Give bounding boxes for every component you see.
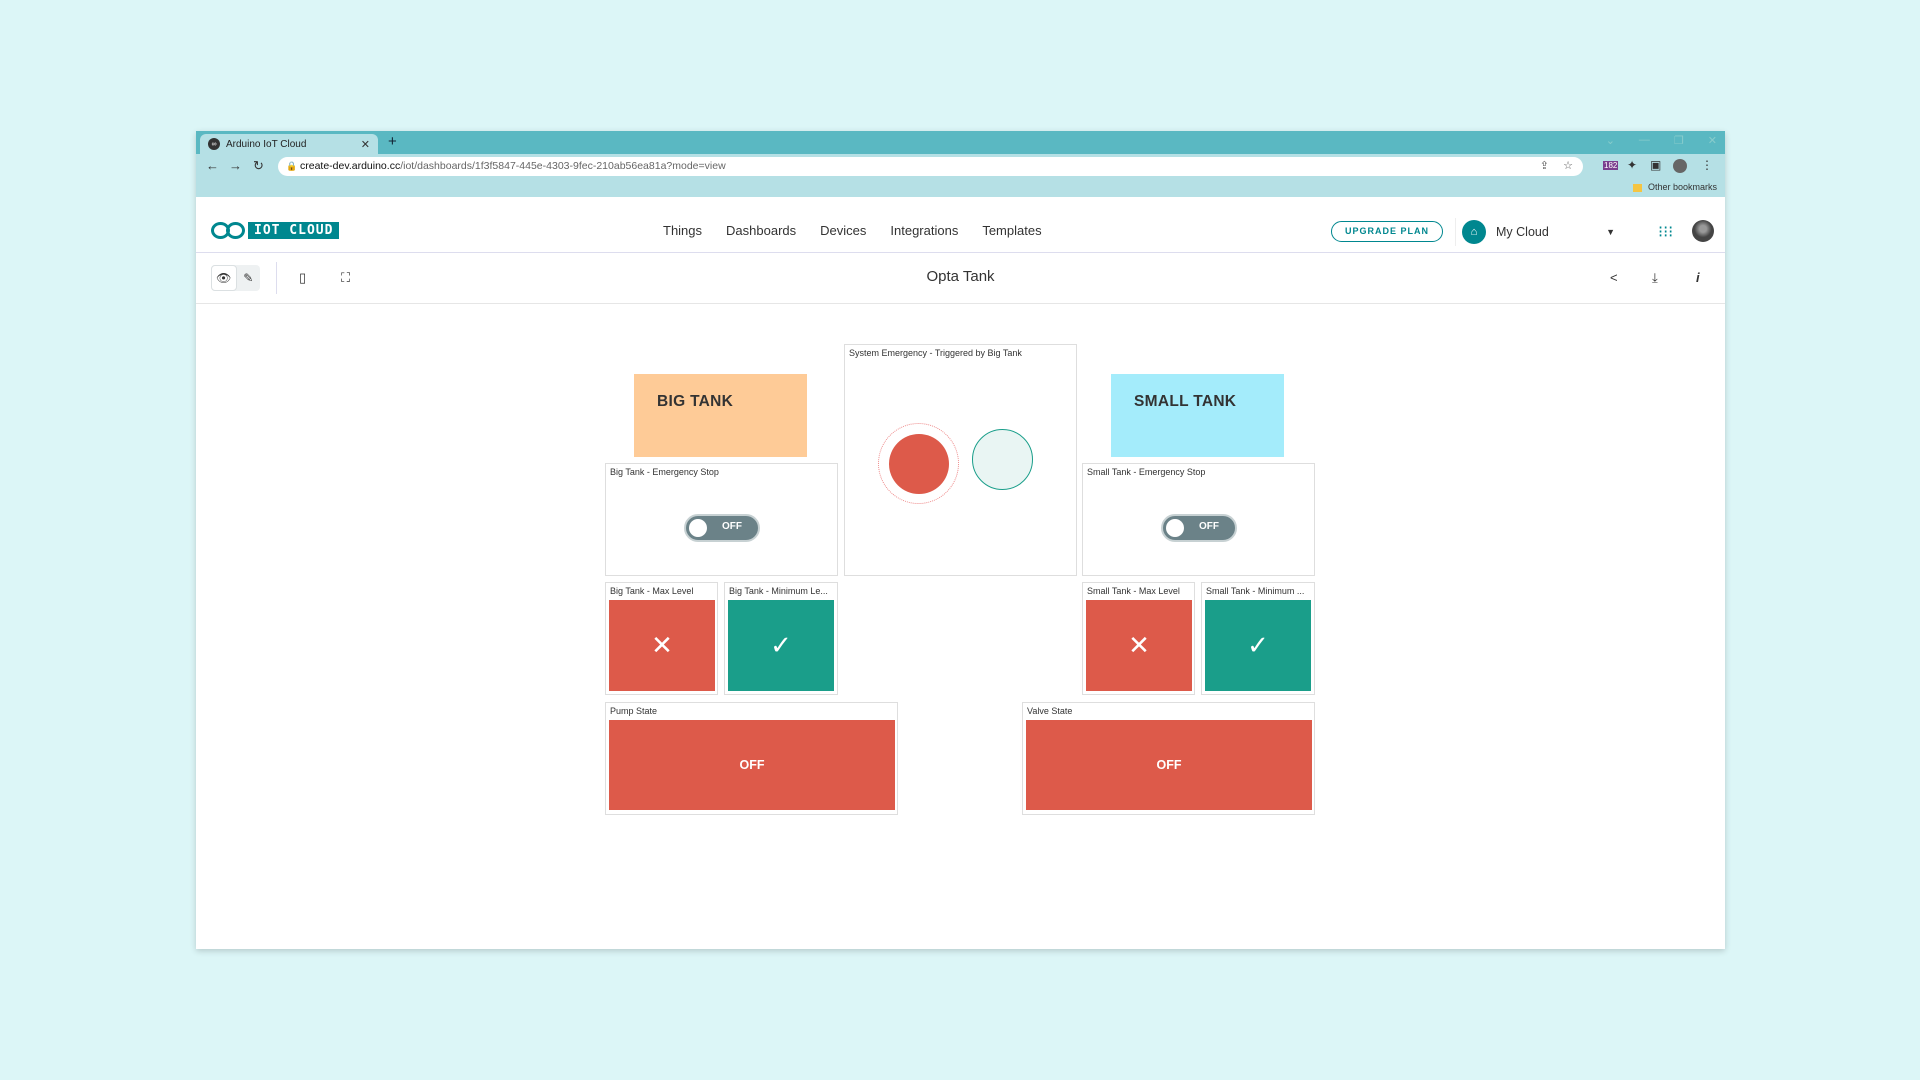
status-false: ✕ [609, 600, 715, 691]
status-true: ✓ [1205, 600, 1311, 691]
arduino-infinity-icon [211, 222, 245, 239]
big-tank-max-level-widget: Big Tank - Max Level ✕ [605, 582, 718, 695]
valve-state-widget: Valve State OFF [1022, 702, 1315, 815]
switch-state: OFF [722, 521, 742, 532]
system-emergency-widget: System Emergency - Triggered by Big Tank [844, 344, 1077, 576]
lock-icon: 🔒 [286, 161, 298, 171]
widget-label: Big Tank - Max Level [610, 586, 694, 596]
widget-label: Small Tank - Max Level [1087, 586, 1180, 596]
extensions-puzzle-icon[interactable]: ✦ [1627, 158, 1637, 172]
restore-icon[interactable]: ❐ [1674, 134, 1684, 147]
share-icon[interactable]: < [1610, 270, 1618, 285]
browser-tab[interactable]: ∞ Arduino IoT Cloud ✕ [200, 134, 378, 154]
small-tank-emergency-switch[interactable]: OFF [1161, 514, 1237, 542]
tab-title: Arduino IoT Cloud [226, 138, 307, 150]
dashboard-title: Opta Tank [926, 268, 995, 285]
share-page-icon[interactable]: ⇪ [1540, 157, 1549, 176]
bookmarks-bar: Other bookmarks [196, 179, 1725, 197]
brand-label: IOT CLOUD [248, 222, 340, 239]
minimize-icon[interactable]: — [1639, 134, 1650, 147]
browser-toolbar: ← → ↻ 🔒 create-dev.arduino.cc/iot/dashbo… [196, 154, 1725, 179]
back-icon[interactable]: ← [206, 158, 219, 173]
arduino-favicon-icon: ∞ [208, 138, 220, 150]
led-red-active [889, 434, 949, 494]
tab-search-icon[interactable]: ⌄ [1606, 134, 1615, 147]
url-bar[interactable]: 🔒 create-dev.arduino.cc/iot/dashboards/1… [278, 157, 1583, 176]
url-host: create-dev.arduino.cc [300, 160, 401, 172]
status-false: ✕ [1086, 600, 1192, 691]
space-selector[interactable]: ⌂ My Cloud ▼ [1455, 218, 1627, 246]
user-avatar[interactable] [1692, 220, 1714, 242]
home-icon: ⌂ [1462, 220, 1486, 244]
small-tank-sticky-note: SMALL TANK [1111, 374, 1284, 457]
chevron-down-icon: ▼ [1606, 227, 1615, 237]
small-tank-max-level-widget: Small Tank - Max Level ✕ [1082, 582, 1195, 695]
browser-window: ∞ Arduino IoT Cloud ✕ + ⌄ — ❐ ✕ ← → ↻ 🔒 … [196, 131, 1725, 949]
big-tank-emergency-stop-widget: Big Tank - Emergency Stop OFF [605, 463, 838, 576]
app-header: IOT CLOUD Things Dashboards Devices Inte… [196, 208, 1725, 253]
big-tank-sticky-note: BIG TANK [634, 374, 807, 457]
extension-badge-icon[interactable]: 182 [1603, 161, 1619, 170]
nav-integrations[interactable]: Integrations [890, 223, 958, 238]
side-panel-icon[interactable]: ▣ [1650, 158, 1661, 172]
reload-icon[interactable]: ↻ [253, 158, 264, 174]
pump-state-button[interactable]: OFF [609, 720, 895, 810]
browser-profile-icon[interactable] [1673, 159, 1687, 173]
widget-label: Big Tank - Minimum Le... [729, 586, 828, 596]
widget-label: Big Tank - Emergency Stop [610, 467, 719, 477]
top-nav: Things Dashboards Devices Integrations T… [663, 223, 1042, 238]
big-tank-min-level-widget: Big Tank - Minimum Le... ✓ [724, 582, 838, 695]
bookmark-star-icon[interactable]: ☆ [1563, 157, 1573, 176]
widget-label: Pump State [610, 706, 658, 716]
download-icon[interactable]: ⤓ [1652, 270, 1658, 286]
other-bookmarks-label: Other bookmarks [1647, 182, 1717, 192]
checkmark-icon: ✓ [770, 630, 792, 660]
space-name: My Cloud [1496, 225, 1549, 239]
other-bookmarks[interactable]: Other bookmarks [1632, 182, 1717, 192]
switch-knob [1166, 519, 1184, 537]
small-tank-min-level-widget: Small Tank - Minimum ... ✓ [1201, 582, 1315, 695]
close-window-icon[interactable]: ✕ [1708, 134, 1717, 147]
browser-tabstrip: ∞ Arduino IoT Cloud ✕ + ⌄ — ❐ ✕ [196, 131, 1725, 154]
apps-grid-icon[interactable]: ⁝⁝⁝ [1658, 222, 1673, 242]
small-tank-emergency-stop-widget: Small Tank - Emergency Stop OFF [1082, 463, 1315, 576]
close-tab-icon[interactable]: ✕ [361, 138, 370, 151]
widget-label: Small Tank - Minimum ... [1206, 586, 1305, 596]
info-icon[interactable]: i [1696, 270, 1700, 285]
dashboard-toolbar: 👁 ✎ ▯ ⛶ Opta Tank < ⤓ i [196, 254, 1725, 304]
widget-label: System Emergency - Triggered by Big Tank [849, 348, 1022, 358]
new-tab-icon[interactable]: + [388, 133, 397, 150]
valve-state-button[interactable]: OFF [1026, 720, 1312, 810]
checkmark-icon: ✓ [1247, 630, 1269, 660]
url-path: /iot/dashboards/1f3f5847-445e-4303-9fec-… [400, 160, 726, 172]
nav-devices[interactable]: Devices [820, 223, 866, 238]
nav-things[interactable]: Things [663, 223, 702, 238]
close-x-icon: ✕ [651, 630, 673, 660]
nav-dashboards[interactable]: Dashboards [726, 223, 796, 238]
browser-menu-icon[interactable]: ⋮ [1701, 158, 1713, 172]
big-tank-emergency-switch[interactable]: OFF [684, 514, 760, 542]
widget-label: Valve State [1027, 706, 1073, 716]
widget-label: Small Tank - Emergency Stop [1087, 467, 1206, 477]
folder-icon [1632, 183, 1642, 192]
upgrade-plan-button[interactable]: UPGRADE PLAN [1331, 221, 1443, 242]
forward-icon[interactable]: → [229, 158, 242, 173]
nav-templates[interactable]: Templates [982, 223, 1041, 238]
switch-knob [689, 519, 707, 537]
pump-state-widget: Pump State OFF [605, 702, 898, 815]
switch-state: OFF [1199, 521, 1219, 532]
close-x-icon: ✕ [1128, 630, 1150, 660]
arduino-iot-cloud-logo[interactable]: IOT CLOUD [211, 222, 340, 239]
window-controls: ⌄ — ❐ ✕ [1606, 134, 1717, 147]
status-true: ✓ [728, 600, 834, 691]
led-green-inactive [972, 429, 1033, 490]
